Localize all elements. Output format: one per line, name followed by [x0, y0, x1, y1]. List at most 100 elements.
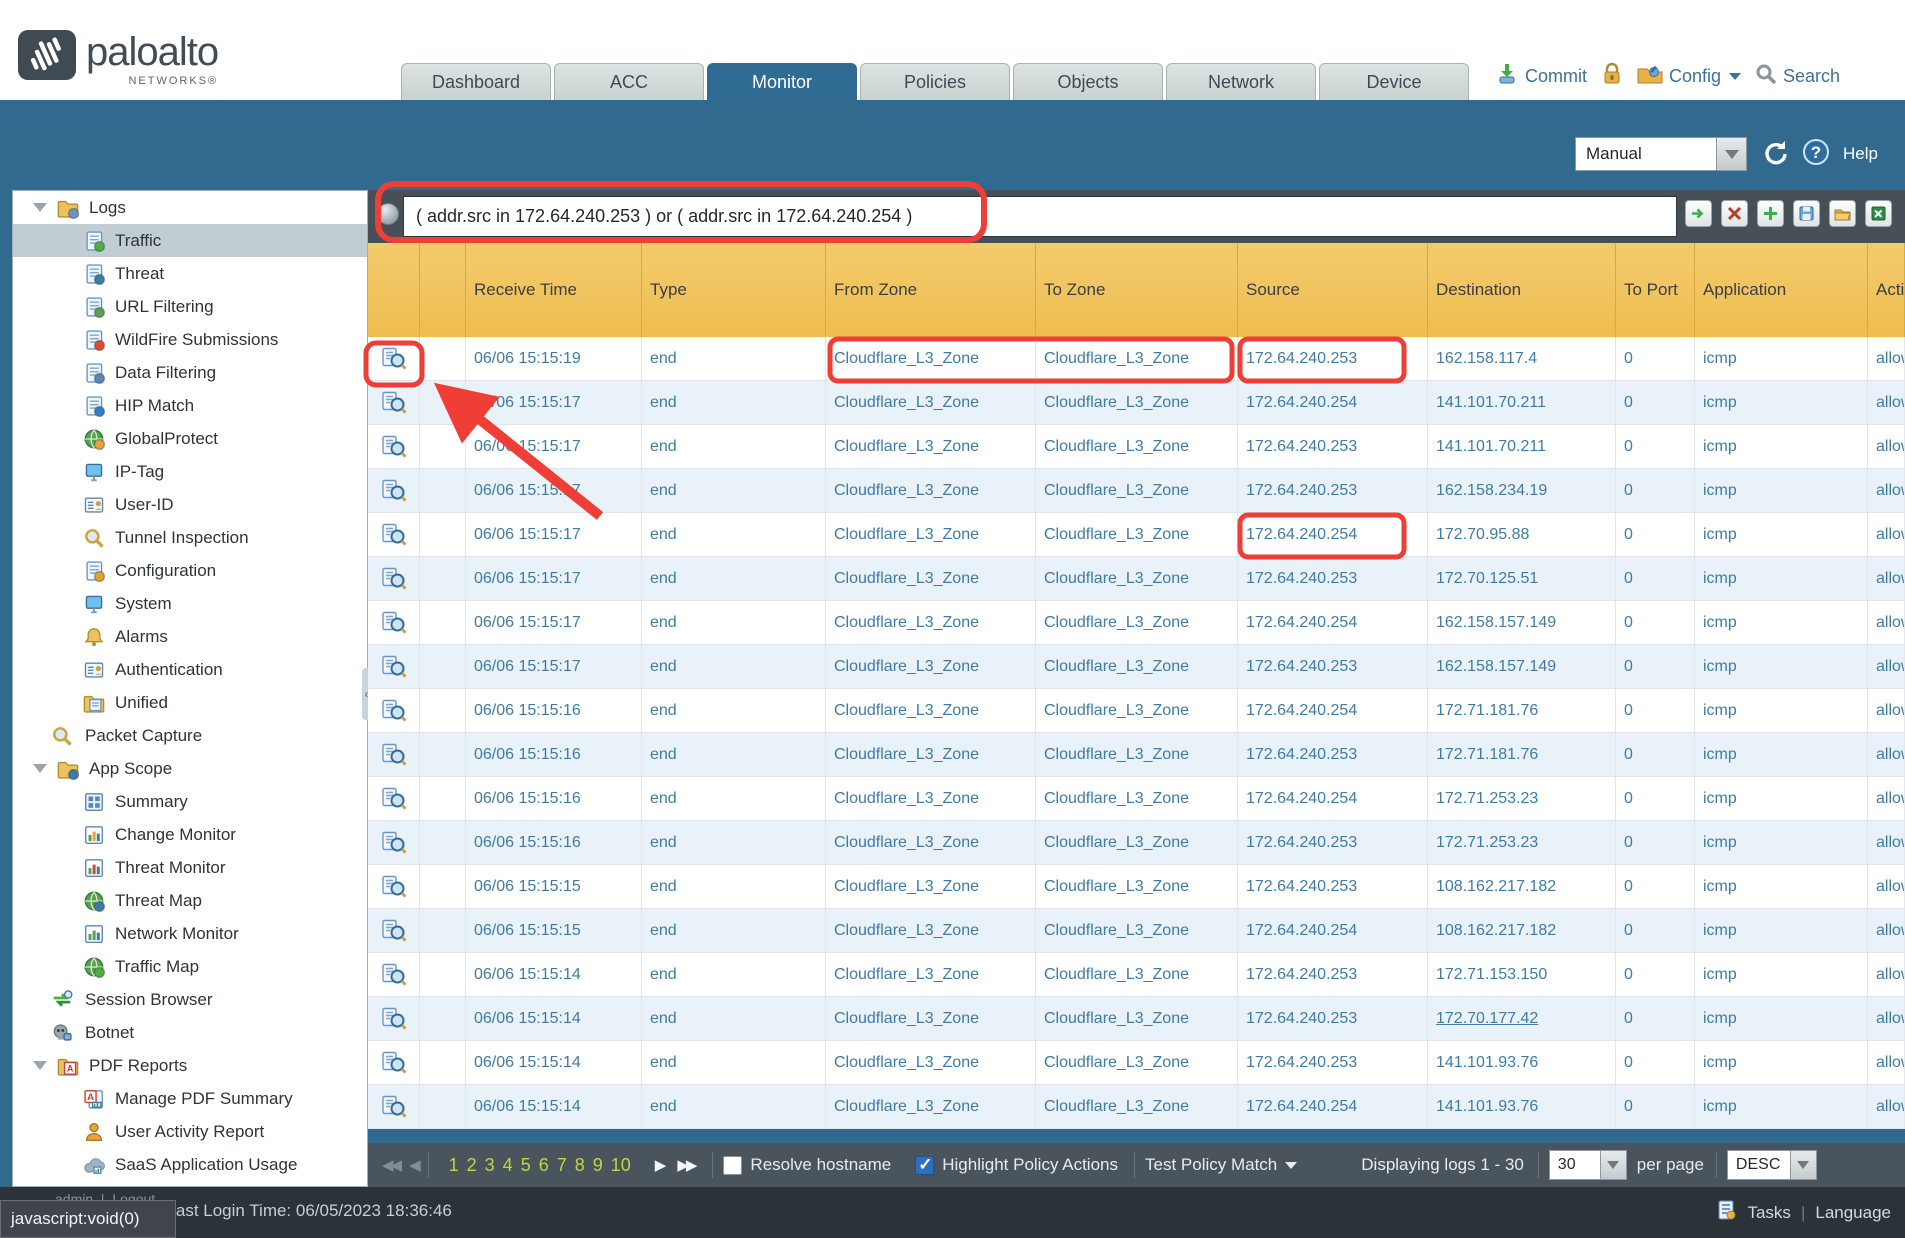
cell-time[interactable]: 06/06 15:15:15: [466, 865, 642, 908]
cell-to[interactable]: Cloudflare_L3_Zone: [1036, 557, 1238, 600]
cell-port[interactable]: 0: [1616, 337, 1695, 380]
cell-time[interactable]: 06/06 15:15:16: [466, 733, 642, 776]
cell-to[interactable]: Cloudflare_L3_Zone: [1036, 733, 1238, 776]
tree-expand-icon[interactable]: [33, 203, 47, 212]
cell-action[interactable]: allow: [1868, 557, 1905, 600]
cell-type[interactable]: end: [642, 381, 826, 424]
log-detail-icon[interactable]: [368, 425, 420, 468]
cell-src[interactable]: 172.64.240.253: [1238, 425, 1428, 468]
cell-port[interactable]: 0: [1616, 425, 1695, 468]
cell-src[interactable]: 172.64.240.253: [1238, 557, 1428, 600]
cell-time[interactable]: 06/06 15:15:16: [466, 777, 642, 820]
cell-app[interactable]: icmp: [1695, 909, 1868, 952]
refresh-mode-arrow[interactable]: [1717, 137, 1747, 171]
cell-app[interactable]: icmp: [1695, 645, 1868, 688]
cell-app[interactable]: icmp: [1695, 557, 1868, 600]
page-number-7[interactable]: 7: [557, 1155, 567, 1176]
cell-port[interactable]: 0: [1616, 381, 1695, 424]
cell-action[interactable]: allow: [1868, 997, 1905, 1040]
cell-from[interactable]: Cloudflare_L3_Zone: [826, 645, 1036, 688]
help-icon[interactable]: ?: [1803, 139, 1829, 170]
cell-to[interactable]: Cloudflare_L3_Zone: [1036, 513, 1238, 556]
cell-src[interactable]: 172.64.240.254: [1238, 601, 1428, 644]
cell-from[interactable]: Cloudflare_L3_Zone: [826, 601, 1036, 644]
config-dropdown[interactable]: Config: [1637, 63, 1741, 90]
apply-filter-button[interactable]: [1685, 200, 1712, 227]
cell-src[interactable]: 172.64.240.253: [1238, 821, 1428, 864]
cell-action[interactable]: allow: [1868, 381, 1905, 424]
help-label[interactable]: Help: [1843, 144, 1878, 164]
cell-dst[interactable]: 172.71.253.23: [1428, 821, 1616, 864]
cell-to[interactable]: Cloudflare_L3_Zone: [1036, 1085, 1238, 1128]
sidebar-item-threat[interactable]: Threat: [13, 257, 367, 290]
sidebar-item-change-monitor[interactable]: Change Monitor: [13, 818, 367, 851]
cell-app[interactable]: icmp: [1695, 953, 1868, 996]
cell-port[interactable]: 0: [1616, 513, 1695, 556]
save-filter-button[interactable]: [1793, 200, 1820, 227]
sort-order-arrow[interactable]: [1791, 1150, 1817, 1180]
cell-dst[interactable]: 108.162.217.182: [1428, 865, 1616, 908]
page-number-9[interactable]: 9: [593, 1155, 603, 1176]
log-detail-icon[interactable]: [368, 645, 420, 688]
cell-src[interactable]: 172.64.240.253: [1238, 953, 1428, 996]
cell-port[interactable]: 0: [1616, 821, 1695, 864]
test-policy-match-button[interactable]: Test Policy Match: [1145, 1155, 1277, 1175]
cell-from[interactable]: Cloudflare_L3_Zone: [826, 821, 1036, 864]
cell-to[interactable]: Cloudflare_L3_Zone: [1036, 469, 1238, 512]
column-header-receive-time[interactable]: Receive Time: [466, 243, 642, 337]
cell-time[interactable]: 06/06 15:15:17: [466, 557, 642, 600]
cell-port[interactable]: 0: [1616, 1041, 1695, 1084]
cell-action[interactable]: allow: [1868, 513, 1905, 556]
cell-to[interactable]: Cloudflare_L3_Zone: [1036, 601, 1238, 644]
highlight-policy-checkbox[interactable]: [915, 1156, 934, 1175]
next-page-button[interactable]: ▶: [655, 1156, 664, 1174]
last-page-button[interactable]: ▶▶: [677, 1156, 694, 1174]
cell-time[interactable]: 06/06 15:15:17: [466, 381, 642, 424]
cell-time[interactable]: 06/06 15:15:14: [466, 953, 642, 996]
cell-from[interactable]: Cloudflare_L3_Zone: [826, 777, 1036, 820]
cell-app[interactable]: icmp: [1695, 469, 1868, 512]
cell-src[interactable]: 172.64.240.253: [1238, 645, 1428, 688]
cell-time[interactable]: 06/06 15:15:17: [466, 469, 642, 512]
column-header-application[interactable]: Application: [1695, 243, 1868, 337]
cell-to[interactable]: Cloudflare_L3_Zone: [1036, 953, 1238, 996]
load-filter-button[interactable]: [1829, 200, 1856, 227]
page-number-2[interactable]: 2: [467, 1155, 477, 1176]
cell-src[interactable]: 172.64.240.253: [1238, 865, 1428, 908]
cell-action[interactable]: allow: [1868, 733, 1905, 776]
page-number-6[interactable]: 6: [539, 1155, 549, 1176]
tree-expand-icon[interactable]: [33, 1061, 47, 1070]
cell-dst[interactable]: 172.70.95.88: [1428, 513, 1616, 556]
cell-from[interactable]: Cloudflare_L3_Zone: [826, 469, 1036, 512]
cell-from[interactable]: Cloudflare_L3_Zone: [826, 513, 1036, 556]
cell-type[interactable]: end: [642, 337, 826, 380]
cell-dst[interactable]: 172.70.177.42: [1428, 997, 1616, 1040]
sort-order-select[interactable]: DESC: [1727, 1150, 1817, 1180]
sidebar-item-network-monitor[interactable]: Network Monitor: [13, 917, 367, 950]
cell-dst[interactable]: 172.71.253.23: [1428, 777, 1616, 820]
cell-type[interactable]: end: [642, 821, 826, 864]
cell-type[interactable]: end: [642, 1085, 826, 1128]
sidebar-item-hip-match[interactable]: HIP Match: [13, 389, 367, 422]
search-button[interactable]: Search: [1755, 63, 1840, 90]
tasks-button[interactable]: Tasks: [1747, 1203, 1790, 1223]
sidebar-item-manage-pdf-summary[interactable]: AManage PDF Summary: [13, 1082, 367, 1115]
export-button[interactable]: [1865, 200, 1892, 227]
log-detail-icon[interactable]: [368, 777, 420, 820]
sidebar-item-botnet[interactable]: Botnet: [13, 1016, 367, 1049]
cell-dst[interactable]: 172.71.181.76: [1428, 733, 1616, 776]
cell-time[interactable]: 06/06 15:15:14: [466, 997, 642, 1040]
cell-action[interactable]: allow: [1868, 821, 1905, 864]
cell-time[interactable]: 06/06 15:15:19: [466, 337, 642, 380]
cell-src[interactable]: 172.64.240.254: [1238, 689, 1428, 732]
per-page-select[interactable]: 30: [1549, 1150, 1627, 1180]
log-detail-icon[interactable]: [368, 821, 420, 864]
cell-src[interactable]: 172.64.240.253: [1238, 997, 1428, 1040]
clear-filter-button[interactable]: [1721, 200, 1748, 227]
cell-src[interactable]: 172.64.240.254: [1238, 1085, 1428, 1128]
log-detail-icon[interactable]: [368, 997, 420, 1040]
filter-query-input[interactable]: ( addr.src in 172.64.240.253 ) or ( addr…: [403, 196, 1677, 237]
cell-action[interactable]: allow: [1868, 909, 1905, 952]
cell-app[interactable]: icmp: [1695, 1041, 1868, 1084]
tab-objects[interactable]: Objects: [1013, 63, 1163, 100]
